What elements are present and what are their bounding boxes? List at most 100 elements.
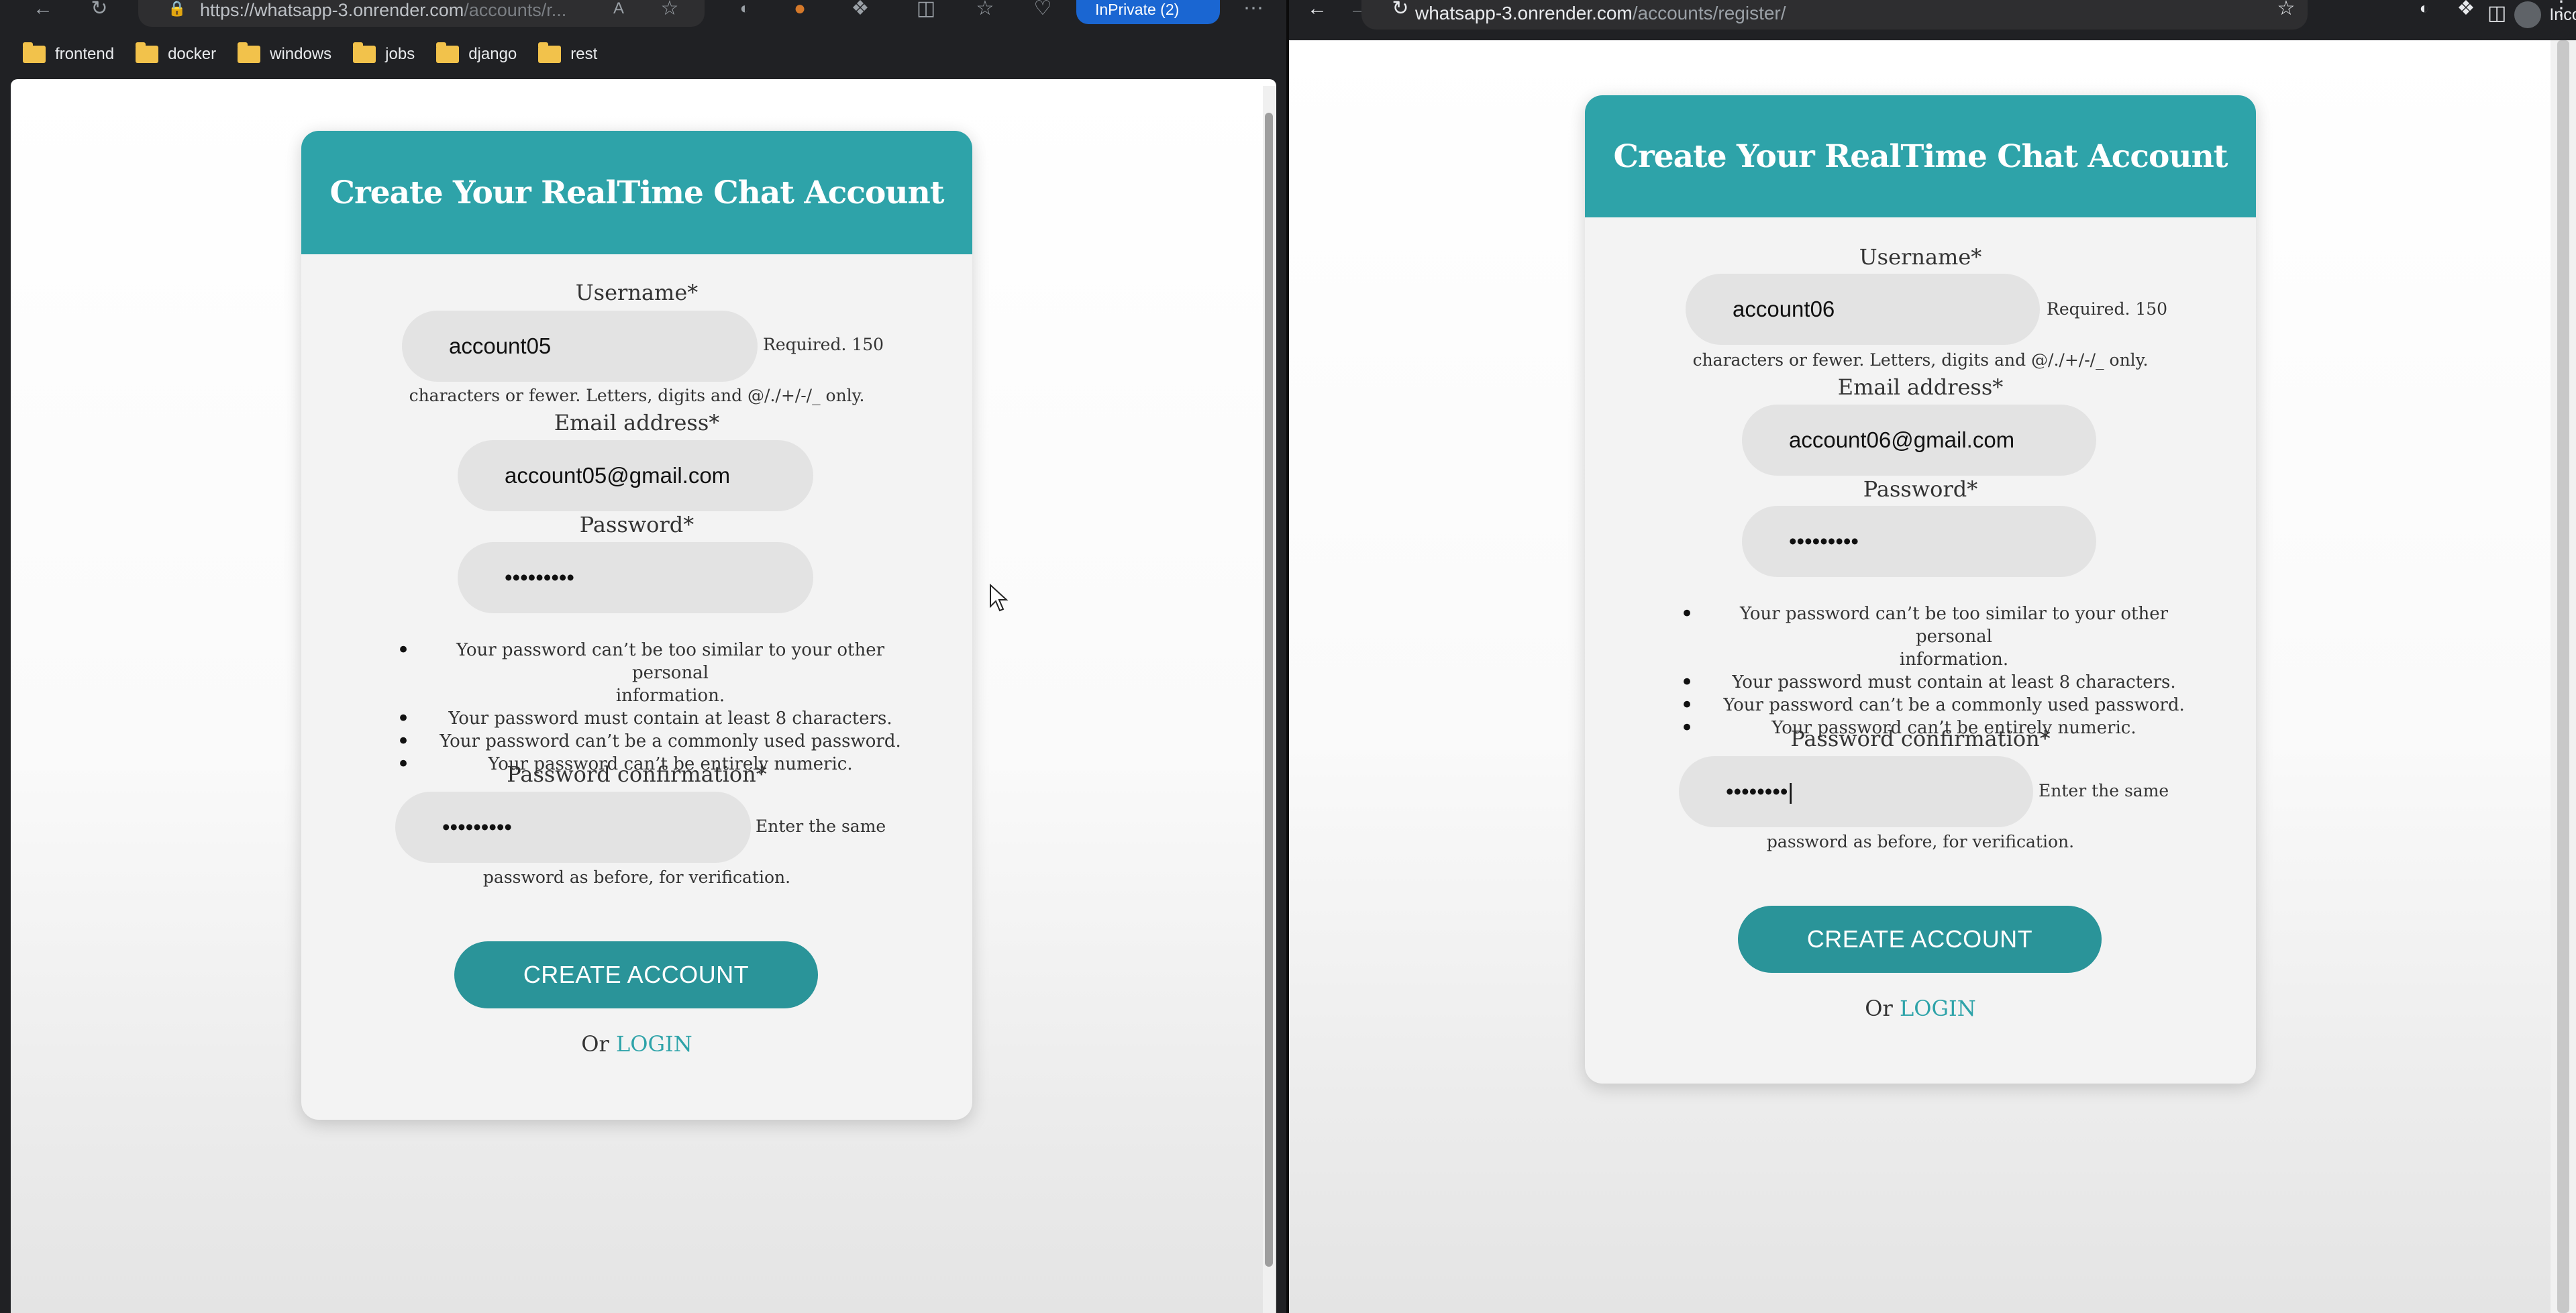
edge-toolbar: ← ↻ https://whatsapp-3.onrender.com/acco…	[0, 0, 1286, 34]
username-input[interactable]: account05	[402, 311, 758, 382]
incognito-glasses-icon[interactable]: ◐	[2411, 0, 2438, 20]
extensions-puzzle-icon[interactable]: ❖	[2453, 0, 2479, 20]
or-text: Or	[1865, 996, 1893, 1021]
username-help: Required. 150	[763, 335, 884, 354]
confirm-help-continued: password as before, for verification.	[482, 868, 791, 887]
login-link[interactable]: LOGIN	[616, 1031, 692, 1057]
username-input[interactable]: account06	[1686, 274, 2040, 345]
bookmark-label: rest	[570, 45, 598, 63]
confirm-label: Password confirmation*	[1790, 726, 2051, 751]
favorite-star-icon[interactable]: ☆	[658, 0, 682, 20]
address-bar[interactable]: whatsapp-3.onrender.com/accounts/registe…	[1361, 0, 2308, 30]
folder-icon	[136, 42, 159, 63]
folder-icon	[353, 42, 376, 63]
email-input[interactable]: account05@gmail.com	[458, 440, 813, 511]
email-label: Email address*	[554, 410, 720, 435]
username-label: Username*	[1859, 244, 1982, 270]
bookmark-jobs[interactable]: jobs	[353, 42, 415, 64]
rule-item: Your password can’t be too similar to yo…	[1680, 602, 2196, 648]
web-page: Create Your RealTime Chat Account Userna…	[11, 79, 1276, 1313]
login-prompt: Or LOGIN	[1585, 996, 2256, 1021]
rule-item: Your password can’t be a commonly used p…	[1680, 694, 2196, 717]
incognito-avatar-icon	[2514, 1, 2542, 28]
address-host: https://whatsapp-3.onrender.com	[200, 0, 464, 20]
password-input[interactable]: •••••••••	[1742, 506, 2096, 577]
rule-item: Your password can’t be a commonly used p…	[397, 730, 912, 753]
register-card: Create Your RealTime Chat Account Userna…	[1585, 95, 2256, 1084]
chrome-toolbar: ← → whatsapp-3.onrender.com/accounts/reg…	[1289, 0, 2576, 40]
bookmark-docker[interactable]: docker	[136, 42, 217, 64]
web-page: Create Your RealTime Chat Account Userna…	[1289, 40, 2551, 1313]
scrollbar-track-thumb[interactable]	[2557, 40, 2569, 1313]
split-screen-icon[interactable]: ◫	[913, 0, 939, 20]
email-input[interactable]: account06@gmail.com	[1742, 405, 2096, 476]
password-label: Password*	[579, 512, 694, 537]
confirm-password-input[interactable]: •••••••••	[395, 792, 751, 863]
inprivate-badge[interactable]: InPrivate (2)	[1076, 0, 1220, 24]
username-help: Required. 150	[2047, 299, 2168, 319]
read-aloud-icon[interactable]: A	[607, 0, 631, 20]
more-menu-icon[interactable]: ⋮	[2549, 0, 2573, 20]
bookmark-rest[interactable]: rest	[538, 42, 598, 64]
address-host: whatsapp-3.onrender.com	[1415, 3, 1633, 23]
scrollbar-thumb[interactable]	[1265, 113, 1273, 1267]
confirm-password-input[interactable]: ••••••••|	[1679, 756, 2033, 827]
extensions-puzzle-icon[interactable]: ❖	[847, 0, 874, 20]
favorites-icon[interactable]: ☆	[972, 0, 998, 20]
folder-icon	[436, 42, 460, 63]
bookmark-django[interactable]: django	[436, 42, 517, 64]
refresh-icon[interactable]: ↻	[86, 0, 113, 20]
folder-icon	[238, 42, 261, 63]
rule-item: Your password must contain at least 8 ch…	[397, 707, 912, 730]
rule-item-continued: information.	[1712, 648, 2196, 671]
username-help-rules: characters or fewer. Letters, digits and…	[1692, 350, 2149, 370]
username-label: Username*	[575, 280, 699, 305]
card-title: Create Your RealTime Chat Account	[301, 131, 972, 254]
browser-essentials-icon[interactable]: ♡	[1029, 0, 1056, 20]
login-prompt: Or LOGIN	[301, 1031, 972, 1057]
folder-icon	[538, 42, 562, 63]
bookmark-label: docker	[168, 45, 217, 63]
bookmarks-bar: frontend docker windows jobs django rest	[0, 34, 1286, 75]
extension-icon[interactable]: ●	[786, 0, 813, 20]
create-account-button[interactable]: CREATE ACCOUNT	[1738, 906, 2102, 973]
confirm-label: Password confirmation*	[507, 761, 767, 787]
bookmark-label: jobs	[385, 45, 415, 63]
bookmark-label: frontend	[55, 45, 115, 63]
lock-icon: 🔒	[168, 0, 187, 17]
chrome-window: ← → whatsapp-3.onrender.com/accounts/reg…	[1289, 0, 2576, 1313]
back-icon[interactable]: ←	[1304, 0, 1331, 20]
password-input[interactable]: •••••••••	[458, 542, 813, 613]
register-card: Create Your RealTime Chat Account Userna…	[301, 131, 972, 1120]
page-scrollbar[interactable]	[1263, 86, 1275, 1313]
folder-icon	[23, 42, 46, 63]
bookmark-star-icon[interactable]: ☆	[2273, 0, 2300, 20]
confirm-help: Enter the same	[2039, 781, 2169, 800]
confirm-help-continued: password as before, for verification.	[1766, 832, 2075, 851]
bookmark-label: django	[468, 45, 517, 63]
rule-text: information.	[1899, 649, 2009, 670]
email-label: Email address*	[1837, 374, 2004, 400]
password-label: Password*	[1863, 476, 1978, 502]
bookmark-frontend[interactable]: frontend	[23, 42, 115, 64]
back-icon[interactable]: ←	[30, 0, 56, 20]
password-rules-list: Your password can’t be too similar to yo…	[397, 639, 912, 776]
or-text: Or	[581, 1031, 609, 1057]
login-link[interactable]: LOGIN	[1900, 996, 1976, 1021]
mouse-cursor-icon	[990, 584, 1009, 612]
bookmark-windows[interactable]: windows	[238, 42, 332, 64]
incognito-glasses-icon[interactable]: ◐	[731, 0, 758, 20]
side-panel-icon[interactable]: ◫	[2487, 3, 2506, 25]
card-title: Create Your RealTime Chat Account	[1585, 95, 2256, 217]
confirm-help: Enter the same	[756, 817, 886, 836]
create-account-button[interactable]: CREATE ACCOUNT	[454, 941, 818, 1008]
rule-text: information.	[615, 686, 725, 706]
address-path: /accounts/r...	[464, 0, 567, 20]
rule-item: Your password can’t be too similar to yo…	[397, 639, 912, 684]
rule-item-continued: information.	[429, 684, 912, 707]
bookmark-label: windows	[270, 45, 332, 63]
username-help-rules: characters or fewer. Letters, digits and…	[409, 386, 865, 405]
page-scrollbar[interactable]	[2551, 40, 2576, 1313]
more-menu-icon[interactable]: ⋯	[1240, 0, 1267, 20]
password-rules-list: Your password can’t be too similar to yo…	[1680, 602, 2196, 739]
